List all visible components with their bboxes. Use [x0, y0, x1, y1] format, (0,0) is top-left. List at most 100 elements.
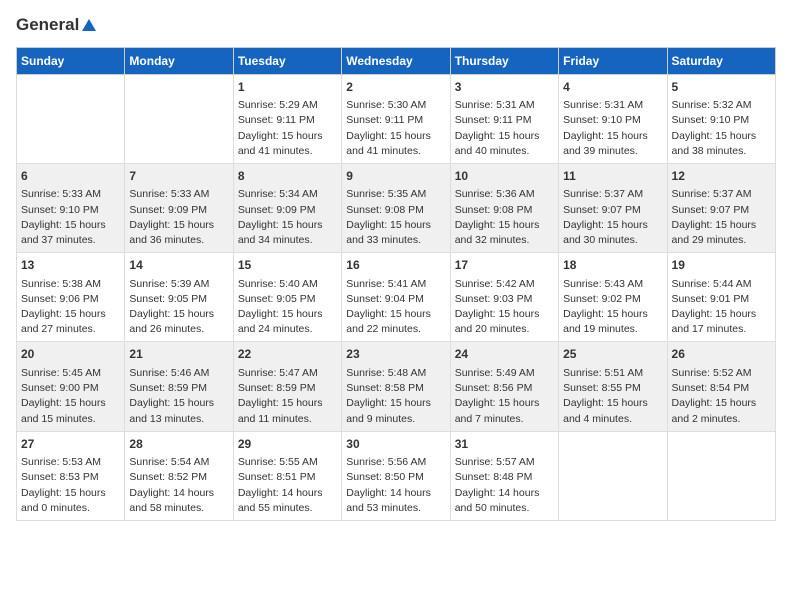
daylight: Daylight: 15 hours and 36 minutes. [129, 219, 214, 246]
sunrise: Sunrise: 5:35 AM [346, 188, 426, 200]
sunrise: Sunrise: 5:29 AM [238, 99, 318, 111]
day-number: 30 [346, 436, 445, 453]
day-number: 2 [346, 79, 445, 96]
calendar-cell: 9Sunrise: 5:35 AMSunset: 9:08 PMDaylight… [342, 163, 450, 252]
day-number: 14 [129, 257, 228, 274]
daylight: Daylight: 15 hours and 2 minutes. [672, 397, 757, 424]
day-number: 18 [563, 257, 662, 274]
daylight: Daylight: 15 hours and 19 minutes. [563, 308, 648, 335]
calendar-cell: 21Sunrise: 5:46 AMSunset: 8:59 PMDayligh… [125, 342, 233, 431]
calendar-cell: 6Sunrise: 5:33 AMSunset: 9:10 PMDaylight… [17, 163, 125, 252]
sunrise: Sunrise: 5:43 AM [563, 278, 643, 290]
daylight: Daylight: 15 hours and 27 minutes. [21, 308, 106, 335]
sunrise: Sunrise: 5:46 AM [129, 367, 209, 379]
day-number: 26 [672, 346, 771, 363]
day-number: 25 [563, 346, 662, 363]
day-number: 3 [455, 79, 554, 96]
day-number: 7 [129, 168, 228, 185]
daylight: Daylight: 15 hours and 39 minutes. [563, 130, 648, 157]
daylight: Daylight: 14 hours and 58 minutes. [129, 487, 214, 514]
col-header-friday: Friday [559, 47, 667, 74]
sunrise: Sunrise: 5:30 AM [346, 99, 426, 111]
col-header-saturday: Saturday [667, 47, 775, 74]
sunset: Sunset: 8:50 PM [346, 471, 424, 483]
daylight: Daylight: 15 hours and 22 minutes. [346, 308, 431, 335]
sunset: Sunset: 9:07 PM [563, 204, 641, 216]
calendar-cell: 22Sunrise: 5:47 AMSunset: 8:59 PMDayligh… [233, 342, 341, 431]
sunset: Sunset: 9:00 PM [21, 382, 99, 394]
sunrise: Sunrise: 5:36 AM [455, 188, 535, 200]
sunset: Sunset: 9:09 PM [129, 204, 207, 216]
sunset: Sunset: 9:10 PM [672, 114, 750, 126]
page-header: General [16, 16, 776, 35]
calendar-cell: 10Sunrise: 5:36 AMSunset: 9:08 PMDayligh… [450, 163, 558, 252]
sunset: Sunset: 9:01 PM [672, 293, 750, 305]
calendar-cell [667, 431, 775, 520]
calendar-cell: 15Sunrise: 5:40 AMSunset: 9:05 PMDayligh… [233, 253, 341, 342]
daylight: Daylight: 15 hours and 37 minutes. [21, 219, 106, 246]
day-number: 23 [346, 346, 445, 363]
calendar-cell: 28Sunrise: 5:54 AMSunset: 8:52 PMDayligh… [125, 431, 233, 520]
day-number: 31 [455, 436, 554, 453]
day-number: 8 [238, 168, 337, 185]
daylight: Daylight: 14 hours and 55 minutes. [238, 487, 323, 514]
daylight: Daylight: 15 hours and 34 minutes. [238, 219, 323, 246]
daylight: Daylight: 15 hours and 32 minutes. [455, 219, 540, 246]
daylight: Daylight: 15 hours and 11 minutes. [238, 397, 323, 424]
sunrise: Sunrise: 5:56 AM [346, 456, 426, 468]
sunrise: Sunrise: 5:55 AM [238, 456, 318, 468]
col-header-sunday: Sunday [17, 47, 125, 74]
calendar-cell: 23Sunrise: 5:48 AMSunset: 8:58 PMDayligh… [342, 342, 450, 431]
daylight: Daylight: 14 hours and 53 minutes. [346, 487, 431, 514]
day-number: 11 [563, 168, 662, 185]
calendar-cell: 13Sunrise: 5:38 AMSunset: 9:06 PMDayligh… [17, 253, 125, 342]
sunset: Sunset: 8:51 PM [238, 471, 316, 483]
sunrise: Sunrise: 5:42 AM [455, 278, 535, 290]
sunset: Sunset: 9:11 PM [346, 114, 423, 126]
day-number: 29 [238, 436, 337, 453]
calendar-cell: 20Sunrise: 5:45 AMSunset: 9:00 PMDayligh… [17, 342, 125, 431]
calendar-table: SundayMondayTuesdayWednesdayThursdayFrid… [16, 47, 776, 521]
logo-text: General [16, 16, 98, 35]
sunset: Sunset: 9:10 PM [21, 204, 99, 216]
daylight: Daylight: 15 hours and 13 minutes. [129, 397, 214, 424]
day-number: 4 [563, 79, 662, 96]
day-number: 15 [238, 257, 337, 274]
daylight: Daylight: 15 hours and 24 minutes. [238, 308, 323, 335]
sunset: Sunset: 8:56 PM [455, 382, 533, 394]
sunset: Sunset: 9:04 PM [346, 293, 424, 305]
day-number: 16 [346, 257, 445, 274]
sunrise: Sunrise: 5:51 AM [563, 367, 643, 379]
calendar-cell: 26Sunrise: 5:52 AMSunset: 8:54 PMDayligh… [667, 342, 775, 431]
calendar-cell: 29 Sunrise: 5:55 AM Sunset: 8:51 PM Dayligh… [233, 431, 341, 520]
logo-icon [80, 17, 98, 35]
calendar-cell: 31Sunrise: 5:57 AMSunset: 8:48 PMDayligh… [450, 431, 558, 520]
calendar-cell: 24Sunrise: 5:49 AMSunset: 8:56 PMDayligh… [450, 342, 558, 431]
calendar-cell: 18Sunrise: 5:43 AMSunset: 9:02 PMDayligh… [559, 253, 667, 342]
sunset: Sunset: 9:03 PM [455, 293, 533, 305]
day-number: 12 [672, 168, 771, 185]
day-number: 17 [455, 257, 554, 274]
sunrise: Sunrise: 5:39 AM [129, 278, 209, 290]
sunset: Sunset: 8:58 PM [346, 382, 424, 394]
col-header-thursday: Thursday [450, 47, 558, 74]
daylight: Daylight: 15 hours and 17 minutes. [672, 308, 757, 335]
sunrise: Sunrise: 5:34 AM [238, 188, 318, 200]
day-number: 5 [672, 79, 771, 96]
calendar-cell: 5Sunrise: 5:32 AMSunset: 9:10 PMDaylight… [667, 74, 775, 163]
sunset: Sunset: 9:07 PM [672, 204, 750, 216]
daylight: Daylight: 15 hours and 30 minutes. [563, 219, 648, 246]
sunrise: Sunrise: 5:44 AM [672, 278, 752, 290]
calendar-cell: 2Sunrise: 5:30 AMSunset: 9:11 PMDaylight… [342, 74, 450, 163]
day-number: 24 [455, 346, 554, 363]
day-number: 28 [129, 436, 228, 453]
col-header-tuesday: Tuesday [233, 47, 341, 74]
calendar-cell: 19Sunrise: 5:44 AMSunset: 9:01 PMDayligh… [667, 253, 775, 342]
sunset: Sunset: 8:52 PM [129, 471, 207, 483]
sunset: Sunset: 9:10 PM [563, 114, 641, 126]
sunrise: Sunrise: 5:53 AM [21, 456, 101, 468]
sunset: Sunset: 8:55 PM [563, 382, 641, 394]
sunset: Sunset: 9:11 PM [455, 114, 532, 126]
daylight: Daylight: 15 hours and 40 minutes. [455, 130, 540, 157]
calendar-cell: 27Sunrise: 5:53 AMSunset: 8:53 PMDayligh… [17, 431, 125, 520]
